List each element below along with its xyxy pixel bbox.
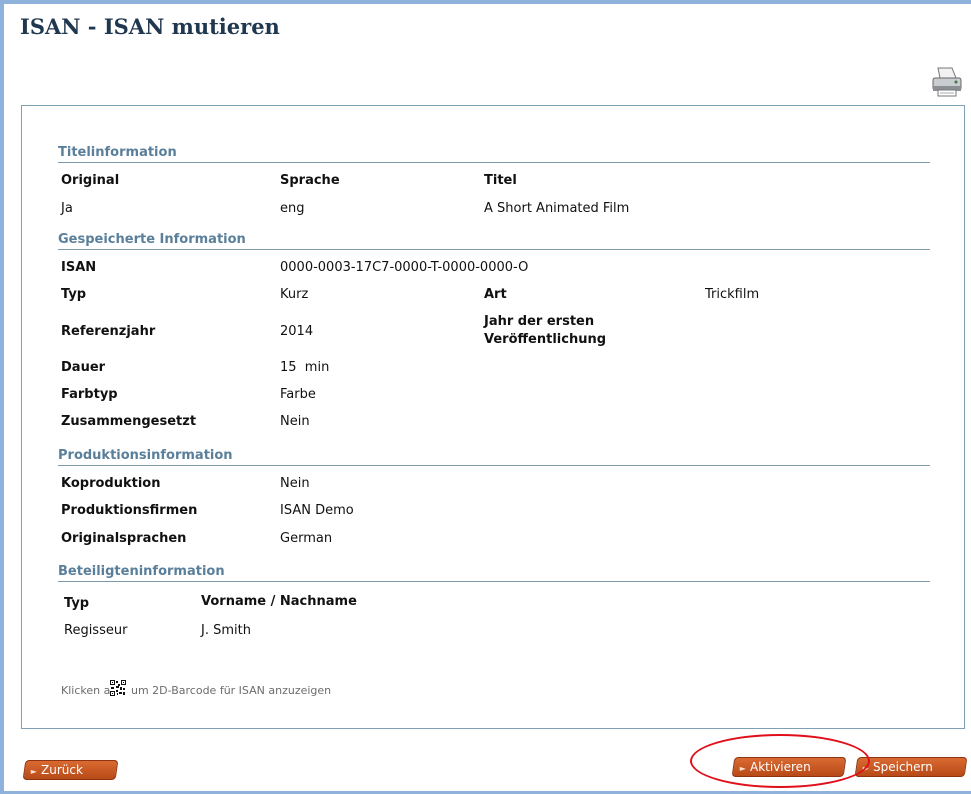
first-publication-label-line1: Jahr der ersten <box>484 314 595 329</box>
printer-icon[interactable] <box>930 66 964 98</box>
coproduction-value: Nein <box>280 476 310 491</box>
composite-label: Zusammengesetzt <box>61 414 197 429</box>
back-button[interactable]: ► Zurück <box>22 760 119 780</box>
participant-header-name: Vorname / Nachname <box>201 594 357 609</box>
window-frame-top <box>0 0 971 4</box>
column-header-title: Titel <box>484 173 517 188</box>
arrow-right-icon: ► <box>30 767 37 776</box>
section-heading: Produktionsinformation <box>58 448 233 463</box>
window-frame-left <box>0 0 4 794</box>
type-label: Typ <box>61 287 87 302</box>
participant-name: J. Smith <box>201 623 251 638</box>
coproduction-label: Koproduktion <box>61 476 161 491</box>
composite-value: Nein <box>280 414 310 429</box>
section-heading: Gespeicherte Information <box>58 232 246 247</box>
section-heading: Titelinformation <box>58 145 177 160</box>
participant-header-type: Typ <box>64 596 90 611</box>
section-production-info: Produktionsinformation <box>58 447 930 466</box>
qr-code-icon[interactable] <box>110 680 126 696</box>
section-saved-info: Gespeicherte Information <box>58 231 930 250</box>
reference-year-value: 2014 <box>280 324 314 339</box>
color-type-value: Farbe <box>280 387 316 402</box>
activate-button-label: Aktivieren <box>750 760 811 774</box>
back-button-label: Zurück <box>41 763 84 777</box>
original-value: Ja <box>61 201 73 216</box>
column-header-original: Original <box>61 173 120 188</box>
color-type-label: Farbtyp <box>61 387 118 402</box>
section-participants-info: Beteiligteninformation <box>58 563 930 582</box>
production-companies-label: Produktionsfirmen <box>61 503 198 518</box>
participant-type: Regisseur <box>64 623 128 638</box>
title-value: A Short Animated Film <box>484 201 630 216</box>
duration-label: Dauer <box>61 360 106 375</box>
original-languages-value: German <box>280 531 333 546</box>
first-publication-label-line2: Veröffentlichung <box>484 332 607 347</box>
language-value: eng <box>280 201 305 216</box>
column-header-language: Sprache <box>280 173 340 188</box>
arrow-right-icon: ► <box>739 764 746 773</box>
duration-value: 15 min <box>280 360 330 375</box>
save-button-label: Speichern <box>873 760 934 774</box>
isan-value: 0000-0003-17C7-0000-T-0000-0000-O <box>280 260 529 275</box>
arrow-right-icon: ► <box>862 764 869 773</box>
kind-value: Trickfilm <box>705 287 760 302</box>
activate-button[interactable]: ► Aktivieren <box>731 757 847 777</box>
section-title-info: Titelinformation <box>58 144 930 163</box>
kind-label: Art <box>484 287 507 302</box>
isan-label: ISAN <box>61 260 97 275</box>
production-companies-value: ISAN Demo <box>280 503 354 518</box>
type-value: Kurz <box>280 287 309 302</box>
page-title: ISAN - ISAN mutieren <box>20 14 280 39</box>
reference-year-label: Referenzjahr <box>61 324 156 339</box>
section-heading: Beteiligteninformation <box>58 564 225 579</box>
barcode-hint-suffix: um 2D-Barcode für ISAN anzuzeigen <box>131 684 332 697</box>
save-button[interactable]: ► Speichern <box>854 757 968 777</box>
original-languages-label: Originalsprachen <box>61 531 187 546</box>
